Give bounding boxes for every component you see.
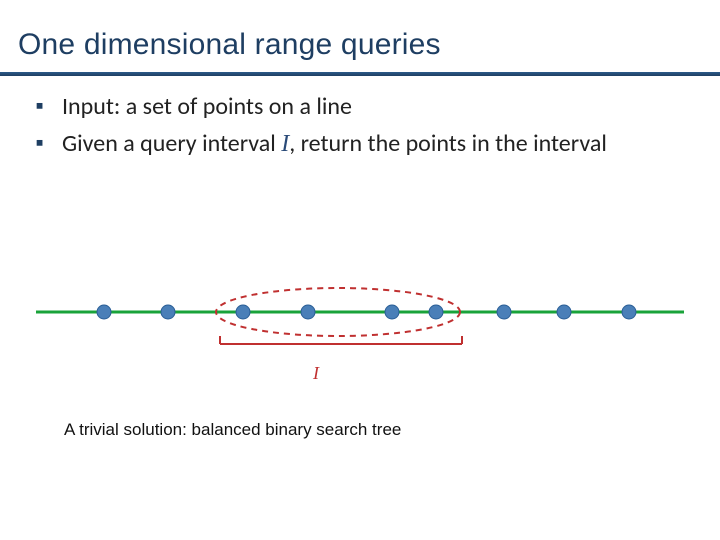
bullet-item: ▪ Given a query interval I, return the p… [36, 129, 680, 160]
bullet-text-after: , return the points in the interval [289, 129, 607, 158]
interval-label: I [313, 363, 319, 384]
bullet-text-before: Given a query interval [62, 129, 281, 158]
data-point [385, 305, 399, 319]
figure-number-line [36, 270, 684, 390]
body-container: ▪ Input: a set of points on a line ▪ Giv… [36, 92, 680, 165]
bullet-marker-icon: ▪ [36, 92, 62, 123]
bullet-text: Given a query interval I, return the poi… [62, 129, 680, 160]
bullet-text: Input: a set of points on a line [62, 92, 680, 123]
data-point [97, 305, 111, 319]
slide: One dimensional range queries ▪ Input: a… [0, 0, 720, 540]
slide-title: One dimensional range queries [18, 28, 441, 62]
data-point [429, 305, 443, 319]
footnote-text: A trivial solution: balanced binary sear… [64, 420, 401, 440]
data-point [497, 305, 511, 319]
bullet-marker-icon: ▪ [36, 129, 62, 160]
bullet-text-before: Input: a set of points on a line [62, 92, 352, 121]
data-point [557, 305, 571, 319]
data-point [301, 305, 315, 319]
bullet-item: ▪ Input: a set of points on a line [36, 92, 680, 123]
data-point [161, 305, 175, 319]
title-underline [0, 72, 720, 76]
data-point [236, 305, 250, 319]
data-point [622, 305, 636, 319]
interval-bracket [220, 336, 462, 344]
